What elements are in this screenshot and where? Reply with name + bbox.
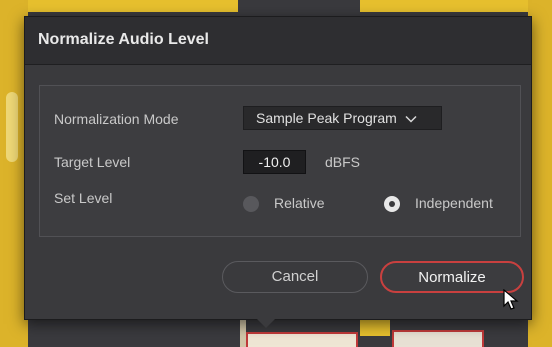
audio-clip-top-right[interactable]	[360, 0, 552, 12]
target-level-unit: dBFS	[325, 154, 361, 170]
waveform-handle	[6, 92, 18, 162]
dialog-title-bar: Normalize Audio Level	[25, 17, 531, 65]
normalization-mode-select[interactable]: Sample Peak Program	[243, 106, 442, 130]
normalization-mode-label: Normalization Mode	[54, 111, 179, 127]
audio-clip-bottom[interactable]	[360, 318, 390, 336]
cancel-button[interactable]: Cancel	[222, 261, 368, 293]
set-level-label: Set Level	[54, 190, 113, 206]
relative-option-label[interactable]: Relative	[274, 195, 325, 211]
cursor-icon	[503, 288, 519, 311]
selected-clip[interactable]	[246, 332, 358, 347]
independent-option-label[interactable]: Independent	[415, 195, 493, 211]
audio-clip-top-left[interactable]	[28, 0, 238, 12]
settings-panel: Normalization Mode Sample Peak Program T…	[39, 85, 521, 237]
dialog-title: Normalize Audio Level	[38, 31, 209, 48]
radio-independent[interactable]	[384, 196, 400, 212]
dialog-pointer	[256, 318, 276, 328]
normalization-mode-value: Sample Peak Program	[256, 110, 397, 126]
target-level-label: Target Level	[54, 154, 131, 170]
chevron-down-icon	[405, 110, 417, 126]
radio-relative[interactable]	[243, 196, 259, 212]
selected-clip-right[interactable]	[392, 330, 484, 347]
normalize-audio-dialog: Normalize Audio Level Normalization Mode…	[24, 16, 532, 320]
target-level-input[interactable]: -10.0	[243, 150, 306, 174]
